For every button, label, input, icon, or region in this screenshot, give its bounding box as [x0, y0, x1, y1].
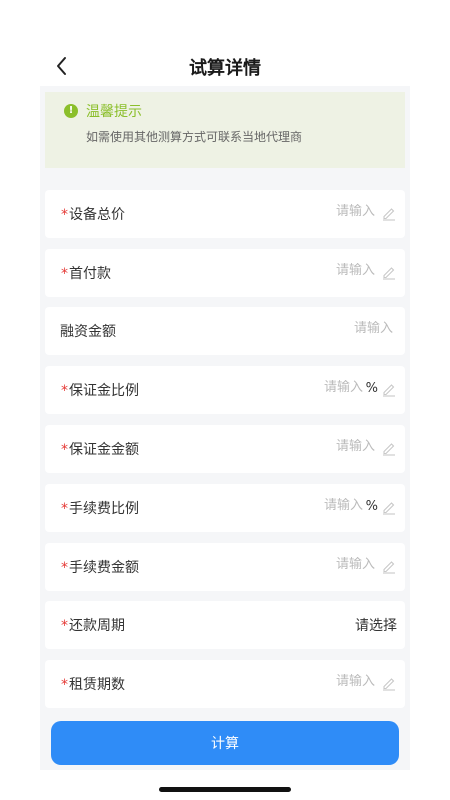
pencil-icon[interactable] [381, 675, 397, 691]
home-indicator [159, 787, 291, 792]
required-mark: * [61, 207, 68, 223]
pencil-icon[interactable] [381, 264, 397, 280]
required-mark: * [61, 560, 68, 576]
form-row-lease-periods: *租赁期数 [45, 660, 405, 708]
calculate-button[interactable]: 计算 [51, 721, 399, 765]
row-label-text: 保证金金额 [69, 442, 139, 458]
percent-unit: % [365, 381, 378, 396]
row-label: *设备总价 [61, 204, 125, 224]
row-label: *手续费比例 [61, 498, 139, 518]
nav-bar: 试算详情 [0, 44, 450, 88]
row-label-text: 融资金额 [60, 324, 116, 340]
row-label: 融资金额 [60, 321, 116, 341]
row-label: *手续费金额 [61, 557, 139, 577]
form-row-down-payment: *首付款 [45, 249, 405, 297]
row-label-text: 设备总价 [69, 207, 125, 223]
deposit-ratio-input[interactable] [223, 380, 363, 395]
required-mark: * [61, 618, 68, 634]
row-label-text: 首付款 [69, 266, 111, 282]
info-icon: ! [64, 104, 78, 118]
row-label: *保证金金额 [61, 439, 139, 459]
percent-unit: % [365, 499, 378, 514]
row-label-text: 租赁期数 [69, 677, 125, 693]
deposit-amount-input[interactable] [235, 439, 375, 454]
repayment-cycle-select[interactable]: 请选择 [355, 615, 397, 635]
row-label: *保证金比例 [61, 380, 139, 400]
form-row-fee-amount: *手续费金额 [45, 543, 405, 591]
notice-title: 温馨提示 [86, 104, 142, 120]
form-row-deposit-ratio: *保证金比例 % [45, 366, 405, 414]
down-payment-input[interactable] [235, 263, 375, 278]
pencil-icon[interactable] [381, 440, 397, 456]
row-label-text: 还款周期 [69, 618, 125, 634]
required-mark: * [61, 383, 68, 399]
form-row-fee-ratio: *手续费比例 % [45, 484, 405, 532]
row-label-text: 手续费金额 [69, 560, 139, 576]
form-row-deposit-amount: *保证金金额 [45, 425, 405, 473]
row-label: *首付款 [61, 263, 111, 283]
device-total-price-input[interactable] [235, 204, 375, 219]
row-label-text: 保证金比例 [69, 383, 139, 399]
fee-ratio-input[interactable] [223, 498, 363, 513]
form-row-repayment-cycle[interactable]: *还款周期 请选择 [45, 601, 405, 649]
notice-banner: ! 温馨提示 如需使用其他测算方式可联系当地代理商 [45, 92, 405, 168]
pencil-icon[interactable] [381, 205, 397, 221]
required-mark: * [61, 266, 68, 282]
required-mark: * [61, 501, 68, 517]
notice-text: 如需使用其他测算方式可联系当地代理商 [86, 130, 303, 144]
financing-amount-input[interactable] [253, 321, 393, 336]
lease-periods-input[interactable] [235, 674, 375, 689]
row-label: *租赁期数 [61, 674, 125, 694]
required-mark: * [61, 442, 68, 458]
fee-amount-input[interactable] [235, 557, 375, 572]
form-row-financing-amount: 融资金额 [45, 307, 405, 355]
row-label: *还款周期 [61, 615, 125, 635]
pencil-icon[interactable] [381, 558, 397, 574]
row-label-text: 手续费比例 [69, 501, 139, 517]
pencil-icon[interactable] [381, 381, 397, 397]
form-row-device-total-price: *设备总价 [45, 190, 405, 238]
required-mark: * [61, 677, 68, 693]
page-title: 试算详情 [189, 58, 261, 79]
pencil-icon[interactable] [381, 499, 397, 515]
